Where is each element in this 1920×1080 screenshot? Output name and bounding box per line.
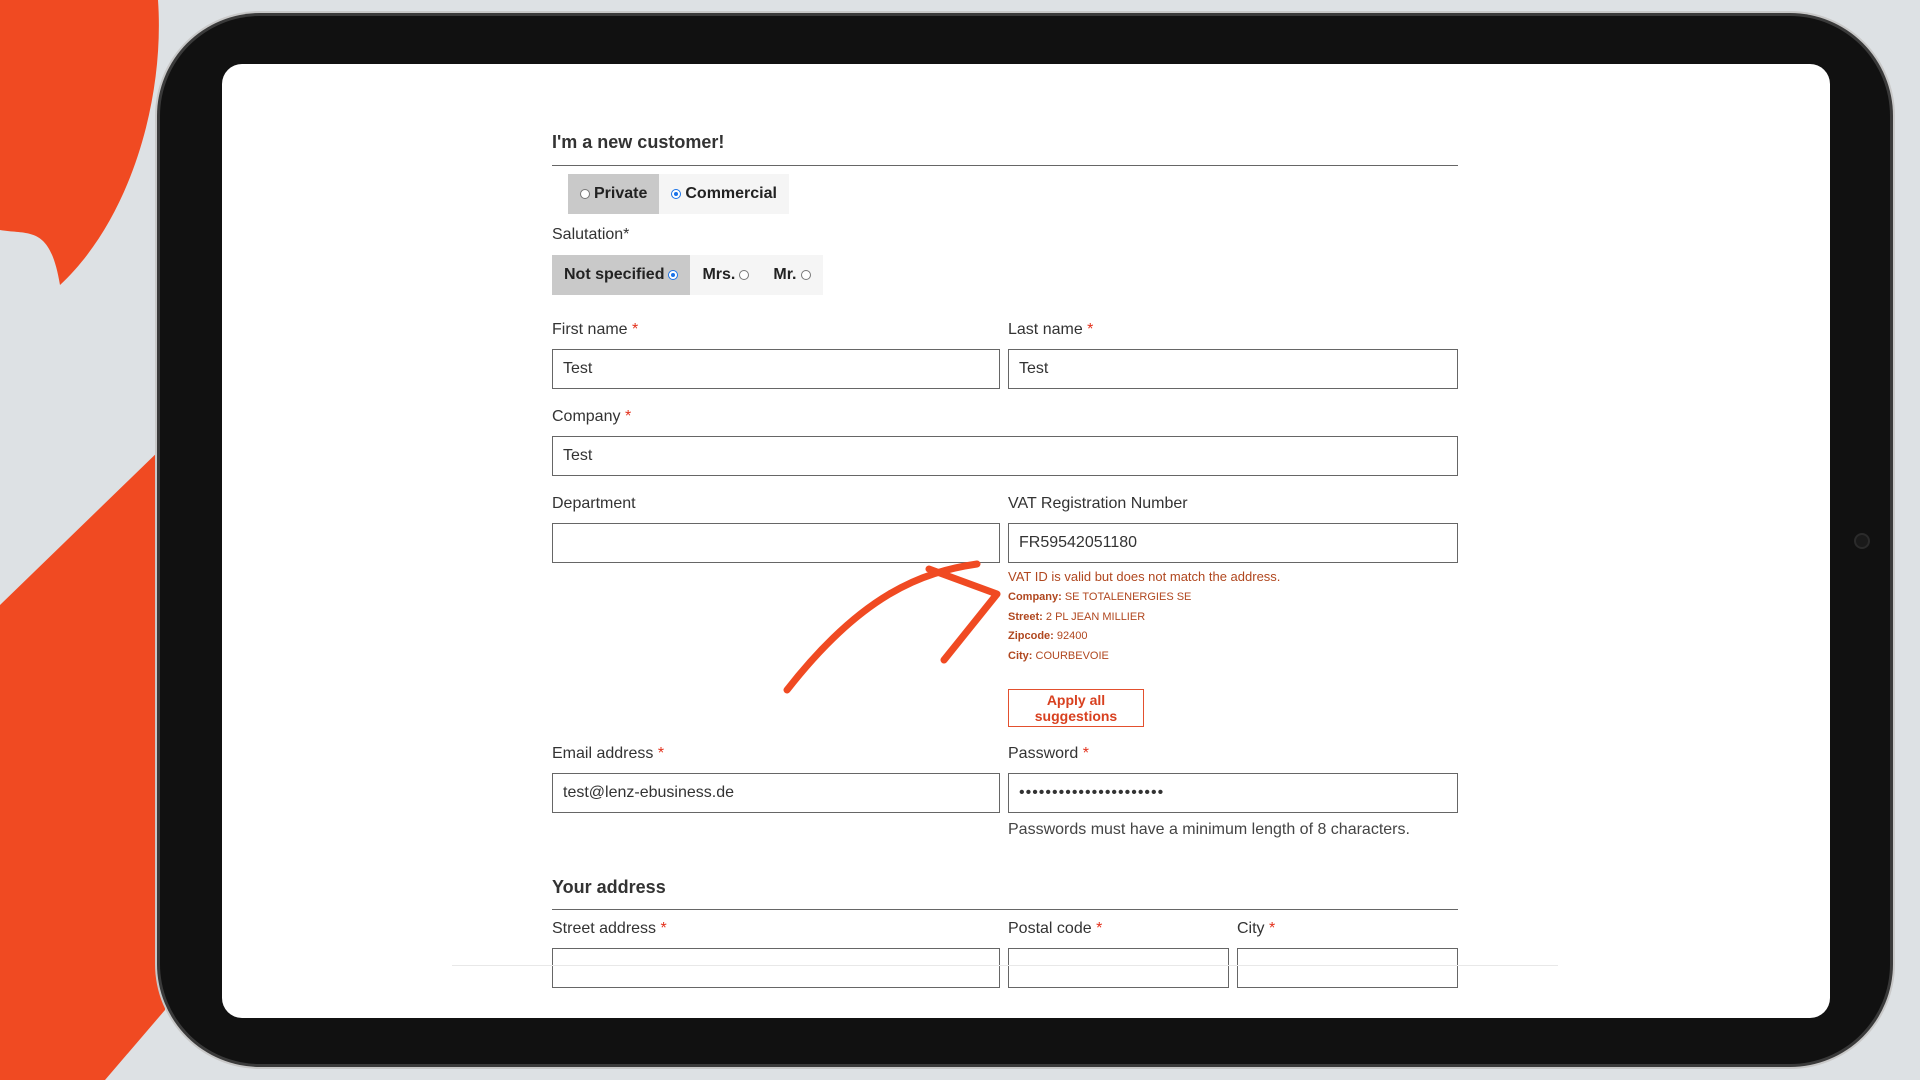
camera-icon [1854,533,1870,549]
tablet-screen: I'm a new customer! Private Commercial S… [222,64,1830,1018]
curved-arrow-icon [783,560,1001,694]
tablet-frame: I'm a new customer! Private Commercial S… [160,16,1890,1064]
